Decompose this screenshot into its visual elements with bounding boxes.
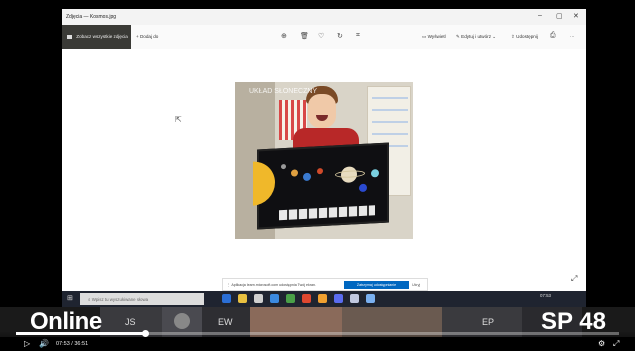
- seek-handle[interactable]: [142, 330, 150, 337]
- heart-icon[interactable]: ♡: [318, 32, 324, 40]
- taskbar-app-icon[interactable]: [254, 294, 263, 303]
- seek-bar[interactable]: [16, 330, 619, 337]
- planet-mars: [317, 168, 323, 175]
- planet-neptune: [359, 183, 367, 193]
- taskbar-clock: 07:53: [540, 293, 551, 298]
- current-time: 07:53: [56, 341, 70, 347]
- title-bar: Zdjęcia — Kosmos.jpg – ▢ ✕: [62, 9, 586, 25]
- participant-initials: EW: [218, 317, 233, 327]
- maximize-button[interactable]: ▢: [556, 12, 563, 20]
- share-button[interactable]: ⇪ Udostępnij: [511, 34, 538, 40]
- add-to-button[interactable]: + Dodaj do: [136, 34, 158, 39]
- fullscreen-icon[interactable]: ⤢: [613, 339, 619, 349]
- hide-button[interactable]: Ukryj: [412, 283, 420, 287]
- rotate-icon[interactable]: ↻: [337, 32, 343, 40]
- edit-create-button[interactable]: ✎ Edytuj i utwórz ⌄: [456, 34, 496, 40]
- taskbar-search-input[interactable]: ⌕ Wpisz tu wyszukiwane słowa: [80, 293, 204, 305]
- expand-icon[interactable]: ⤢: [571, 274, 577, 284]
- piano-keys: [279, 205, 375, 221]
- participant-initials: JS: [125, 317, 136, 327]
- stop-sharing-button[interactable]: Zatrzymaj udostępnianie: [344, 281, 409, 289]
- see-all-photos-button[interactable]: Zobacz wszystkie zdjęcia: [62, 25, 131, 49]
- see-all-photos-label: Zobacz wszystkie zdjęcia: [76, 34, 128, 39]
- zoom-in-icon[interactable]: ⊕: [281, 32, 287, 40]
- duration: 36:51: [74, 341, 89, 347]
- taskbar-app-icon[interactable]: [270, 294, 279, 303]
- play-icon[interactable]: ▷: [24, 339, 30, 348]
- windows-taskbar: ⊞ ⌕ Wpisz tu wyszukiwane słowa 07:53: [62, 291, 586, 307]
- taskbar-app-icon[interactable]: [334, 294, 343, 303]
- trash-icon[interactable]: 🗑: [300, 32, 309, 40]
- minimize-button[interactable]: –: [538, 12, 542, 19]
- mouse-cursor-icon: ⇱: [175, 115, 182, 124]
- share-label: Udostępnij: [516, 34, 538, 39]
- screen-sharing-notification: ⋮ Aplikacja learn.microsoft.com udostępn…: [222, 278, 428, 291]
- planet-mercury: [281, 163, 286, 170]
- taskbar-app-icon[interactable]: [350, 294, 359, 303]
- slideshow-label: Wyświetl: [427, 34, 446, 39]
- slideshow-button[interactable]: ▭ Wyświetl: [422, 34, 446, 40]
- photo-caption: UKŁAD SŁONECZNY: [249, 88, 318, 95]
- taskbar-app-icon[interactable]: [366, 294, 375, 303]
- more-options-button[interactable]: ···: [570, 34, 575, 39]
- toolbar: Zobacz wszystkie zdjęcia + Dodaj do ⊕ 🗑 …: [62, 25, 586, 49]
- taskbar-app-icon[interactable]: [302, 294, 311, 303]
- saturn-ring: [335, 169, 365, 179]
- photos-icon: [67, 34, 72, 39]
- crop-icon[interactable]: ⌗: [356, 32, 360, 40]
- time-display: 07:53 / 36:51: [56, 341, 88, 347]
- image-viewer: ⇱ UKŁAD SŁONECZNY ⋮ Aplikacja learn.micr…: [62, 49, 586, 291]
- taskbar-app-icon[interactable]: [318, 294, 327, 303]
- time-separator: /: [71, 341, 73, 347]
- windows-start-icon[interactable]: ⊞: [67, 294, 73, 302]
- participant-initials: EP: [482, 317, 495, 327]
- taskbar-search-placeholder: Wpisz tu wyszukiwane słowa: [91, 297, 149, 302]
- printer-icon[interactable]: ⎙: [550, 32, 556, 40]
- sharing-message: ⋮ Aplikacja learn.microsoft.com udostępn…: [227, 283, 317, 287]
- close-button[interactable]: ✕: [573, 12, 579, 20]
- sun-shape: [253, 160, 275, 206]
- edit-create-label: Edytuj i utwórz: [461, 34, 492, 39]
- photo-face: [308, 94, 336, 128]
- planet-uranus: [371, 169, 379, 178]
- volume-icon[interactable]: 🔊: [39, 339, 49, 348]
- photo-image[interactable]: UKŁAD SŁONECZNY: [235, 82, 413, 239]
- gear-icon[interactable]: ⚙: [598, 339, 605, 348]
- photos-app-window: Zdjęcia — Kosmos.jpg – ▢ ✕ Zobacz wszyst…: [62, 9, 586, 291]
- taskbar-app-icon[interactable]: [286, 294, 295, 303]
- taskbar-app-icon[interactable]: [222, 294, 231, 303]
- planet-venus: [291, 169, 298, 177]
- sharing-message-text: Aplikacja learn.microsoft.com udostępnia…: [231, 283, 317, 287]
- solar-system-board: [253, 142, 389, 230]
- window-title: Zdjęcia — Kosmos.jpg: [66, 14, 117, 20]
- taskbar-app-icon[interactable]: [238, 294, 247, 303]
- planet-earth: [303, 172, 311, 182]
- seek-progress: [16, 332, 146, 335]
- avatar: [174, 313, 190, 329]
